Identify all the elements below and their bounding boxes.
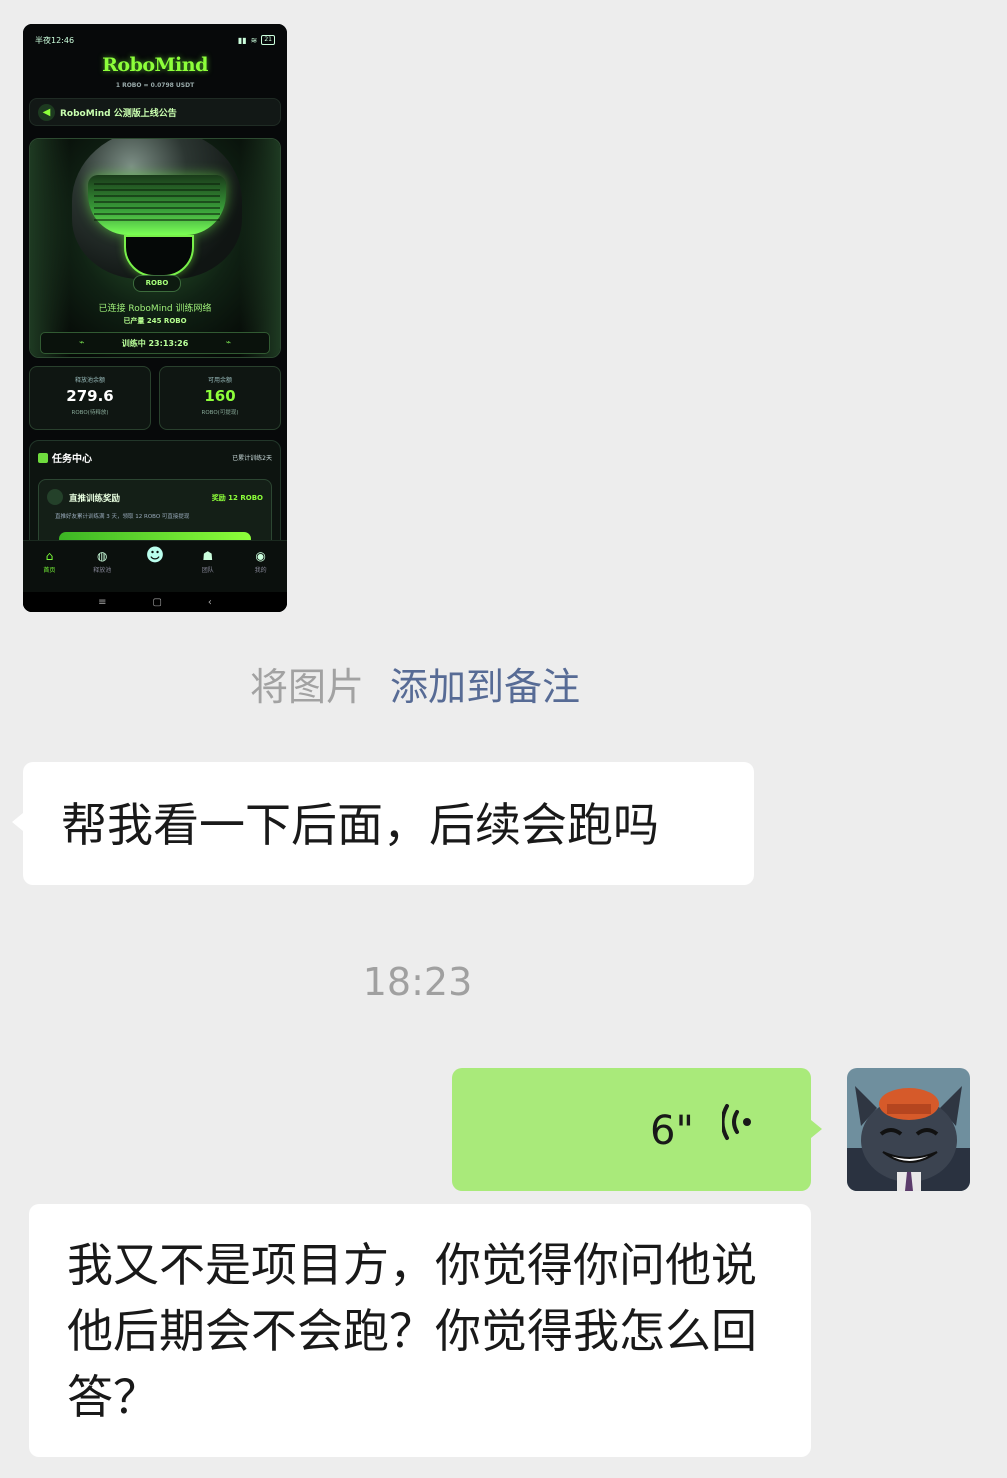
android-nav-bar: ≡ ▢ ‹ — [23, 592, 287, 612]
home-icon: ⌂ — [45, 549, 54, 563]
bubble-tail — [811, 1120, 822, 1138]
exchange-rate: 1 ROBO = 0.0798 USDT — [115, 82, 195, 89]
task-description: 直推好友累计训练满 3 天，领取 12 ROBO 可直接提现 — [55, 514, 190, 520]
training-days: 已累计训练2天 — [232, 455, 272, 462]
bubble-tail — [12, 813, 23, 831]
app-logo: RoboMind — [102, 54, 208, 76]
connection-status: 已连接 RoboMind 训练网络 — [98, 304, 212, 314]
announcement-text: RoboMind 公测版上线公告 — [60, 108, 177, 119]
task-reward: 奖励 12 ROBO — [211, 494, 263, 502]
incoming-message[interactable]: 我又不是项目方，你觉得你问他说他后期会不会跑？你觉得我怎么回答？ — [29, 1204, 811, 1457]
voice-duration: 6" — [650, 1108, 694, 1154]
pulse-icon: ⌁ — [225, 338, 231, 348]
task-icon — [38, 452, 48, 463]
tab-robot[interactable]: ☻ — [129, 541, 182, 593]
incoming-message[interactable]: 帮我看一下后面，后续会跑吗 — [23, 762, 754, 885]
avatar[interactable] — [847, 1068, 970, 1191]
profile-icon: ◉ — [255, 549, 266, 563]
card-value: 279.6 — [66, 387, 114, 405]
hero-banner: ROBO 已连接 RoboMind 训练网络 已产量 245 ROBO ⌁ 训练… — [29, 138, 281, 358]
team-icon: ☗ — [202, 549, 214, 563]
card-label: 释放池余额 — [74, 377, 105, 384]
wolf-avatar-icon — [847, 1068, 970, 1191]
outgoing-voice-message[interactable]: 6" — [452, 1068, 811, 1191]
announcement-bar[interactable]: ◀ RoboMind 公测版上线公告 — [29, 98, 281, 126]
note-prompt-prefix: 将图片 — [249, 665, 364, 709]
robo-tag: ROBO — [133, 275, 181, 292]
task-center: 任务中心 已累计训练2天 直推训练奖励 奖励 12 ROBO 直推好友累计训练满… — [29, 440, 281, 554]
release-pool-card[interactable]: 释放池余额 279.6 ROBO(待释放) — [29, 366, 151, 430]
card-label: 可用余额 — [207, 377, 232, 384]
app-screenshot: 半夜12:46 ▮▮ ≋ 21 RoboMind 1 ROBO = 0.0798… — [23, 24, 287, 612]
battery-icon: 21 — [261, 35, 275, 45]
megaphone-icon: ◀ — [38, 104, 55, 121]
back-icon[interactable]: ‹ — [208, 597, 212, 608]
pulse-icon: ⌁ — [79, 338, 85, 348]
tab-profile[interactable]: ◉ 我的 — [234, 541, 287, 593]
training-timer: ⌁ 训练中 23:13:26 ⌁ — [40, 332, 270, 354]
tab-release-pool[interactable]: ◍ 释放池 — [76, 541, 129, 593]
signal-icon: ▮▮ — [237, 35, 247, 45]
card-unit: ROBO(可提现) — [201, 410, 239, 416]
status-time: 半夜12:46 — [35, 35, 75, 45]
wifi-icon: ≋ — [250, 35, 258, 45]
tab-home[interactable]: ⌂ 首页 — [23, 541, 76, 593]
task-title: 直推训练奖励 — [69, 494, 121, 504]
add-to-note-link[interactable]: 添加到备注 — [390, 665, 580, 709]
add-to-note-prompt: 将图片 添加到备注 — [0, 656, 830, 711]
produced-amount: 已产量 245 ROBO — [123, 317, 187, 325]
card-value: 160 — [204, 387, 236, 405]
card-unit: ROBO(待释放) — [71, 410, 109, 416]
robot-icon: ☻ — [145, 545, 165, 566]
drop-icon: ◍ — [96, 549, 108, 563]
bottom-tab-bar: ⌂ 首页 ◍ 释放池 ☻ ☗ 团队 ◉ 我的 — [23, 540, 287, 593]
tab-team[interactable]: ☗ 团队 — [181, 541, 234, 593]
chat-image-thumbnail[interactable]: 半夜12:46 ▮▮ ≋ 21 RoboMind 1 ROBO = 0.0798… — [23, 24, 287, 612]
status-bar: 半夜12:46 ▮▮ ≋ 21 — [35, 34, 275, 46]
balance-cards: 释放池余额 279.6 ROBO(待释放) 可用余额 160 ROBO(可提现) — [29, 366, 281, 430]
task-avatar-icon — [47, 489, 63, 505]
home-square-icon[interactable]: ▢ — [152, 597, 161, 608]
menu-icon[interactable]: ≡ — [98, 597, 106, 608]
available-balance-card[interactable]: 可用余额 160 ROBO(可提现) — [159, 366, 281, 430]
message-timestamp: 18:23 — [362, 960, 473, 1004]
voice-wave-icon — [722, 1104, 751, 1140]
task-center-title: 任务中心 — [38, 450, 92, 465]
